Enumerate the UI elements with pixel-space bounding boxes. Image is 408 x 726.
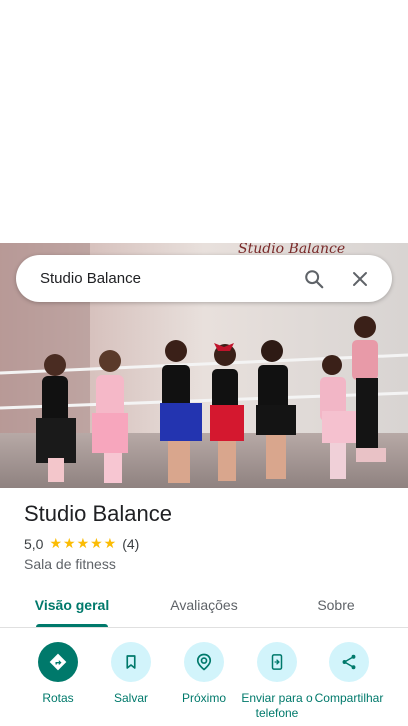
save-label: Salvar [113,691,148,705]
action-bar: Rotas Salvar Próximo Enviar para o telef… [0,638,408,726]
place-title: Studio Balance [24,501,172,526]
share-button[interactable]: Compartilhar [311,642,387,706]
directions-circle [38,642,78,682]
share-label: Compartilhar [314,691,384,705]
review-count[interactable]: (4) [122,536,139,552]
nearby-button[interactable]: Próximo [166,642,242,706]
share-circle [329,642,369,682]
star-rating-icon: ★★★★★ [49,536,118,552]
tab-reviews[interactable]: Avaliações [158,582,250,628]
close-button[interactable] [340,259,380,299]
directions-icon [49,653,67,671]
rating-row[interactable]: 5,0 ★★★★★ (4) [24,536,139,552]
send-to-phone-icon [271,654,283,670]
send-to-phone-label: Enviar para o telefone [241,691,313,720]
close-icon [353,271,367,286]
directions-button[interactable]: Rotas [20,642,96,706]
save-button[interactable]: Salvar [93,642,169,706]
place-category: Sala de fitness [24,556,116,572]
send-to-phone-button[interactable]: Enviar para o telefone [239,642,315,721]
bookmark-icon [126,655,136,669]
tab-overview[interactable]: Visão geral [26,582,118,628]
save-circle [111,642,151,682]
active-tab-indicator [36,624,108,627]
search-bar[interactable]: Studio Balance [16,255,392,302]
nearby-label: Próximo [181,691,226,705]
directions-label: Rotas [42,691,74,705]
map-blank-area [0,0,408,243]
tab-bar: Visão geral Avaliações Sobre [0,582,408,628]
nearby-circle [184,642,224,682]
search-icon [305,269,324,288]
tab-about[interactable]: Sobre [296,582,376,628]
rating-value: 5,0 [24,536,44,552]
nearby-icon [196,653,212,671]
send-to-phone-circle [257,642,297,682]
search-button[interactable] [294,259,334,299]
share-icon [342,654,356,670]
search-input[interactable]: Studio Balance [40,270,294,287]
